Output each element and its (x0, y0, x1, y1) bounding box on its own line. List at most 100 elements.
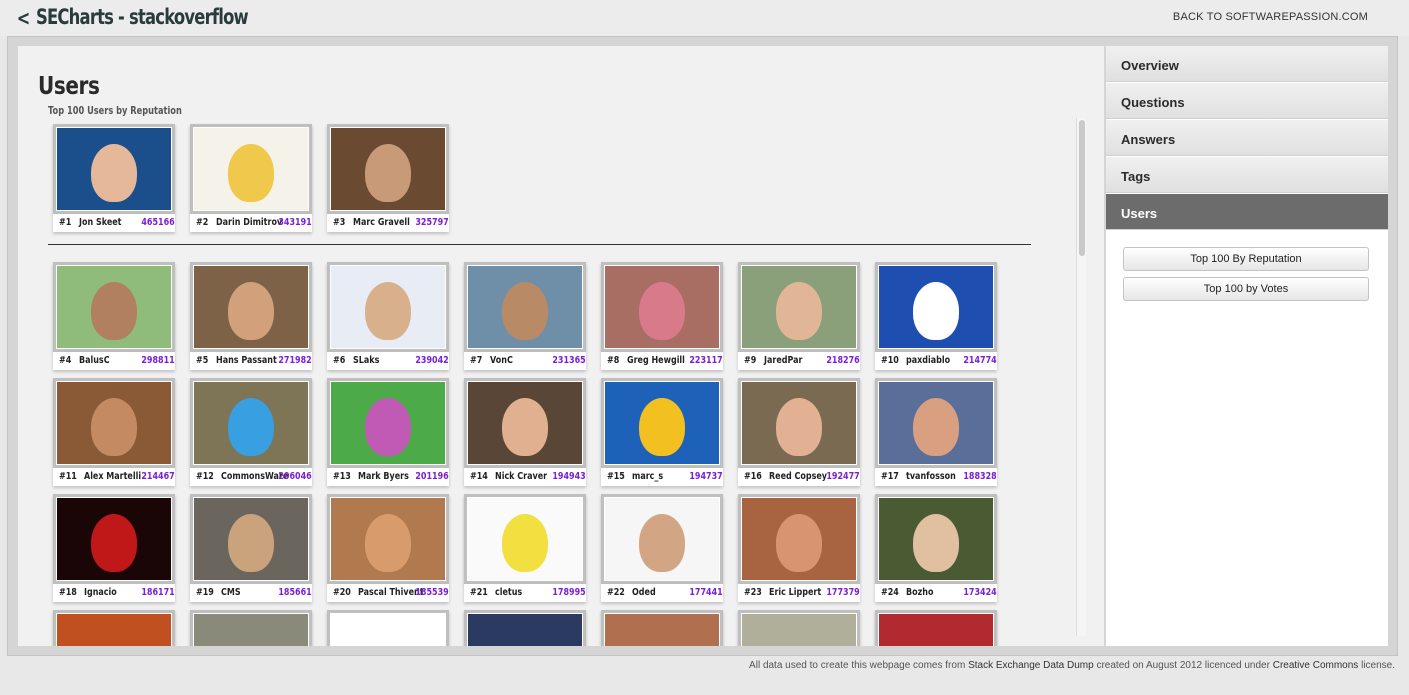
user-card[interactable]: #1 Jon Skeet 465166 (53, 124, 175, 234)
user-avatar[interactable] (327, 610, 449, 646)
user-name[interactable]: Jon Skeet (79, 217, 122, 228)
data-dump-link[interactable]: Stack Exchange Data Dump (968, 660, 1094, 671)
user-avatar[interactable] (53, 378, 175, 468)
user-card[interactable]: #6 SLaks 239042 (327, 262, 449, 372)
user-avatar[interactable] (601, 494, 723, 584)
user-name[interactable]: marc_s (632, 471, 663, 482)
avatar-image (468, 382, 582, 464)
user-card[interactable]: #4 BalusC 298811 (53, 262, 175, 372)
user-avatar[interactable] (601, 610, 723, 646)
user-card[interactable]: #7 VonC 231365 (464, 262, 586, 372)
user-name[interactable]: Hans Passant (216, 355, 277, 366)
user-card[interactable]: #24 Bozho 173424 (875, 494, 997, 604)
user-name[interactable]: Pascal Thivent (358, 587, 424, 598)
user-avatar[interactable] (327, 378, 449, 468)
creative-commons-link[interactable]: Creative Commons (1273, 660, 1359, 671)
user-card[interactable]: #2 Darin Dimitrov 343191 (190, 124, 312, 234)
user-name[interactable]: Bozho (906, 587, 933, 598)
user-avatar[interactable] (53, 494, 175, 584)
user-name[interactable]: tvanfosson (906, 471, 956, 482)
user-card[interactable]: #10 paxdiablo 214774 (875, 262, 997, 372)
user-card[interactable]: #15 marc_s 194737 (601, 378, 723, 488)
user-card[interactable]: #20 Pascal Thivent 185539 (327, 494, 449, 604)
user-name[interactable]: Greg Hewgill (627, 355, 685, 366)
user-name[interactable]: Eric Lippert (769, 587, 821, 598)
nav-overview[interactable]: Overview (1106, 46, 1388, 82)
user-name[interactable]: SLaks (353, 355, 379, 366)
user-avatar[interactable] (738, 262, 860, 352)
nav-users[interactable]: Users (1106, 194, 1388, 230)
user-avatar[interactable] (875, 262, 997, 352)
user-card[interactable]: #11 Alex Martelli 214467 (53, 378, 175, 488)
avatar-face-icon (228, 514, 274, 572)
user-card[interactable]: #14 Nick Craver 194943 (464, 378, 586, 488)
user-avatar[interactable] (738, 494, 860, 584)
user-card[interactable]: #3 Marc Gravell 325797 (327, 124, 449, 234)
user-card[interactable]: #22 Oded 177441 (601, 494, 723, 604)
nav-tags[interactable]: Tags (1106, 157, 1388, 193)
user-name[interactable]: Mark Byers (358, 471, 409, 482)
user-name[interactable]: Alex Martelli (84, 471, 141, 482)
user-avatar[interactable] (601, 262, 723, 352)
user-name[interactable]: Ignacio (84, 587, 117, 598)
user-avatar[interactable] (464, 378, 586, 468)
user-reputation: 214774 (963, 355, 997, 366)
scroll-thumb[interactable] (1079, 120, 1085, 256)
user-avatar[interactable] (875, 610, 997, 646)
user-card[interactable]: #16 Reed Copsey 192477 (738, 378, 860, 488)
user-avatar[interactable] (464, 494, 586, 584)
user-name[interactable]: cletus (495, 587, 522, 598)
back-to-site-link[interactable]: BACK TO SOFTWAREPASSION.COM (1173, 11, 1368, 23)
back-arrow-icon[interactable]: < (17, 6, 31, 30)
user-card[interactable]: #13 Mark Byers 201196 (327, 378, 449, 488)
user-card[interactable]: #8 Greg Hewgill 223117 (601, 262, 723, 372)
nav-answers[interactable]: Answers (1106, 120, 1388, 156)
user-avatar[interactable] (190, 262, 312, 352)
user-name[interactable]: paxdiablo (906, 355, 950, 366)
user-avatar[interactable] (875, 378, 997, 468)
user-name[interactable]: Reed Copsey (769, 471, 827, 482)
user-avatar[interactable] (738, 378, 860, 468)
user-avatar[interactable] (53, 262, 175, 352)
user-avatar[interactable] (53, 610, 175, 646)
user-avatar[interactable] (53, 124, 175, 214)
user-avatar[interactable] (190, 124, 312, 214)
user-avatar[interactable] (190, 494, 312, 584)
user-name[interactable]: Darin Dimitrov (216, 217, 282, 228)
user-avatar[interactable] (190, 610, 312, 646)
user-name[interactable]: VonC (490, 355, 513, 366)
avatar-face-icon (365, 514, 411, 572)
avatar-image (468, 498, 582, 580)
user-avatar[interactable] (464, 610, 586, 646)
user-card[interactable]: #12 CommonsWare 206046 (190, 378, 312, 488)
user-avatar[interactable] (875, 494, 997, 584)
user-name[interactable]: BalusC (79, 355, 110, 366)
top-100-by-votes-button[interactable]: Top 100 by Votes (1123, 277, 1369, 301)
user-name[interactable]: Oded (632, 587, 656, 598)
user-name[interactable]: Marc Gravell (353, 217, 410, 228)
nav-questions[interactable]: Questions (1106, 83, 1388, 119)
user-card[interactable]: #17 tvanfosson 188328 (875, 378, 997, 488)
user-card[interactable]: #9 JaredPar 218276 (738, 262, 860, 372)
user-avatar[interactable] (464, 262, 586, 352)
top-100-by-reputation-button[interactable]: Top 100 By Reputation (1123, 247, 1369, 271)
user-name[interactable]: CMS (221, 587, 241, 598)
user-card[interactable]: #18 Ignacio 186171 (53, 494, 175, 604)
user-avatar[interactable] (738, 610, 860, 646)
user-avatar[interactable] (327, 494, 449, 584)
avatar-image (605, 614, 719, 646)
user-avatar[interactable] (601, 378, 723, 468)
user-avatar[interactable] (327, 124, 449, 214)
content-scrollbar[interactable] (1076, 118, 1086, 636)
user-name[interactable]: JaredPar (764, 355, 802, 366)
user-name[interactable]: Nick Craver (495, 471, 547, 482)
user-avatar[interactable] (327, 262, 449, 352)
avatar-image (879, 498, 993, 580)
site-title[interactable]: SECharts - stackoverflow (36, 5, 249, 29)
user-card[interactable]: #23 Eric Lippert 177379 (738, 494, 860, 604)
user-card[interactable]: #19 CMS 185661 (190, 494, 312, 604)
avatar-image (331, 266, 445, 348)
user-avatar[interactable] (190, 378, 312, 468)
user-card[interactable]: #21 cletus 178995 (464, 494, 586, 604)
user-card[interactable]: #5 Hans Passant 271982 (190, 262, 312, 372)
